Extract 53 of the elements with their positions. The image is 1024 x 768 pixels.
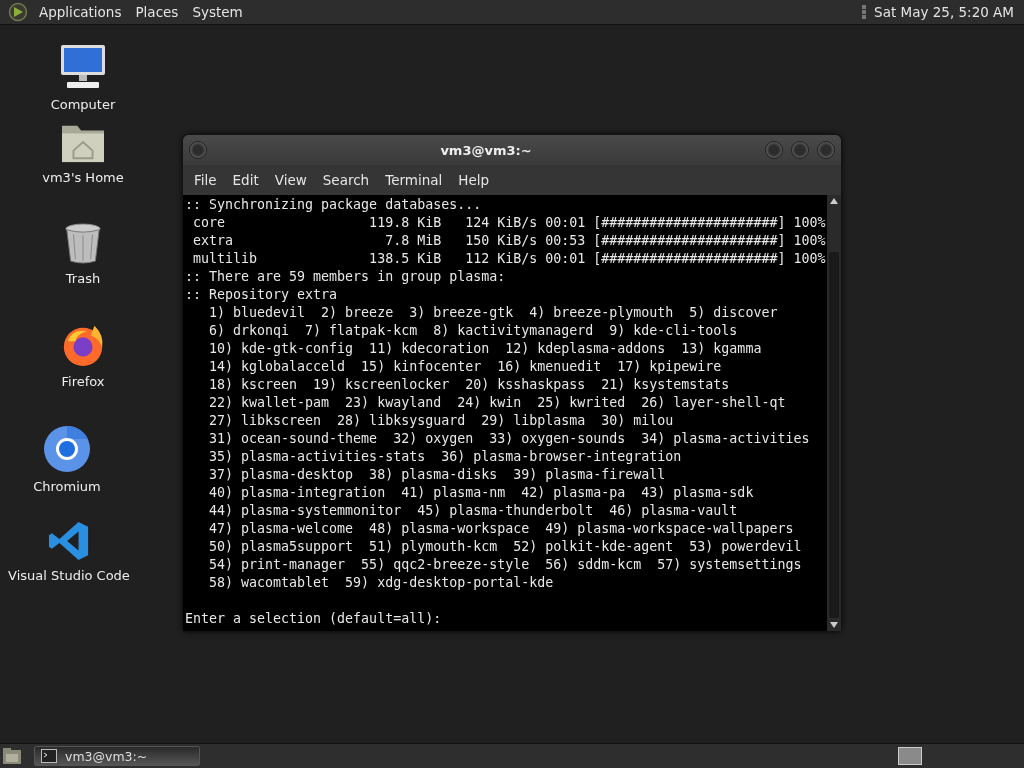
terminal-line: 22) kwallet-pam 23) kwayland 24) kwin 25) kwrited 26) layer-shell-qt — [208, 394, 786, 412]
terminal-line: 18) kscreen 19) kscreenlocker 20) ksshaskpass 21) ksystemstats — [208, 376, 730, 394]
terminal-line: 10) kde-gtk-config 11) kdecoration 12) kdeplasma-addons 13) kgamma — [208, 340, 762, 358]
terminal-line: :: Synchronizing package databases... — [185, 196, 482, 214]
terminal-line: 1) bluedevil 2) breeze 3) breeze-gtk 4) breeze-plymouth 5) discover — [208, 304, 778, 322]
terminal-line: 50) plasma5support 51) plymouth-kcm 52) polkit-kde-agent 53) powerdevil — [208, 538, 802, 556]
handle-icon[interactable] — [862, 5, 867, 19]
terminal-line: 6) drkonqi 7) flatpak-kcm 8) kactivitymanagerd 9) kde-cli-tools — [208, 322, 738, 340]
menu-item[interactable]: File — [187, 172, 224, 188]
terminal-line: 40) plasma-integration 41) plasma-nm 42) plasma-pa 43) plasma-sdk — [208, 484, 754, 502]
terminal-prompt: Enter a selection (default=all): — [185, 610, 443, 628]
desktop-icon-label[interactable]: Chromium — [33, 479, 101, 494]
panel-menu[interactable]: System — [187, 4, 248, 20]
window-title: vm3@vm3:~ — [439, 142, 533, 158]
code-editor-icon[interactable] — [48, 520, 90, 562]
workspace-switcher[interactable] — [898, 747, 922, 765]
terminal-line: 54) print-manager 55) qqc2-breeze-style 56) sddm-kcm 57) systemsettings — [208, 556, 802, 574]
terminal-line: 35) plasma-activities-stats 36) plasma-browser-integration — [208, 448, 682, 466]
menu-item[interactable]: View — [267, 172, 314, 188]
desktop-icon-label[interactable]: Trash — [65, 271, 101, 286]
panel-menu[interactable]: Applications — [34, 4, 127, 20]
logo-icon[interactable] — [8, 2, 28, 22]
menu-item[interactable]: Terminal — [378, 172, 450, 188]
terminal-line: 31) ocean-sound-theme 32) oxygen 33) oxygen-sounds 34) plasma-activities — [208, 430, 810, 448]
scroll-down-icon[interactable] — [830, 622, 838, 628]
show-desktop-icon[interactable] — [2, 747, 22, 765]
clock[interactable]: Sat May 25, 5:20 AM — [874, 4, 1018, 20]
terminal-line: 37) plasma-desktop 38) plasma-disks 39) plasma-firewall — [208, 466, 666, 484]
desktop-icon-label[interactable]: Firefox — [61, 374, 105, 389]
terminal-line: 44) plasma-systemmonitor 45) plasma-thunderbolt 46) plasma-vault — [208, 502, 738, 520]
desktop-icon-label[interactable]: Visual Studio Code — [8, 568, 130, 583]
terminal-line: core 119.8 KiB 124 KiB/s 00:01 [######################] 100% — [192, 214, 826, 232]
terminal-line: multilib 138.5 KiB 112 KiB/s 00:01 [######################] 100% — [192, 250, 826, 268]
computer-icon[interactable] — [59, 43, 107, 91]
terminal-line: 14) kglobalacceld 15) kinfocenter 16) kmenuedit 17) kpipewire — [208, 358, 722, 376]
taskbar-button[interactable]: vm3@vm3:~ — [34, 746, 200, 766]
menu-item[interactable]: Edit — [225, 172, 266, 188]
terminal-line: :: Repository extra — [185, 286, 338, 304]
scroll-up-icon[interactable] — [830, 198, 838, 204]
terminal-line: :: There are 59 members in group plasma: — [185, 268, 506, 286]
terminal-line: 58) wacomtablet 59) xdg-desktop-portal-kde — [208, 574, 554, 592]
terminal-line: 47) plasma-welcome 48) plasma-workspace 49) plasma-workspace-wallpapers — [208, 520, 794, 538]
terminal-line: extra 7.8 MiB 150 KiB/s 00:53 [######################] 100% — [192, 232, 826, 250]
scrollbar[interactable] — [827, 195, 841, 631]
panel-menu[interactable]: Places — [130, 4, 184, 20]
menu-item[interactable]: Search — [315, 172, 377, 188]
terminal-icon — [41, 749, 57, 763]
terminal-line: 27) libkscreen 28) libksysguard 29) libplasma 30) milou — [208, 412, 674, 430]
desktop-icon-label[interactable]: vm3's Home — [42, 170, 124, 185]
desktop-icon-label[interactable]: Computer — [50, 97, 116, 112]
chromium-icon[interactable] — [43, 425, 91, 473]
menu-item[interactable]: Help — [451, 172, 497, 188]
trash-icon[interactable] — [64, 223, 102, 265]
